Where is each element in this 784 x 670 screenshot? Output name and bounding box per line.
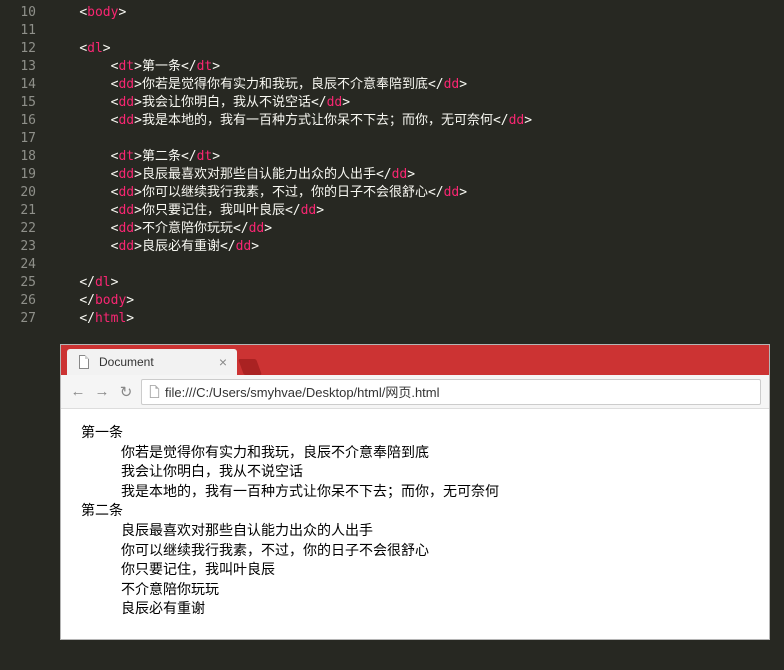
line-number: 20: [0, 184, 48, 202]
file-icon: [148, 385, 161, 398]
line-number: 10: [0, 4, 48, 22]
code-text: <dd>不介意陪你玩玩</dd>: [48, 220, 784, 238]
code-text: <body>: [48, 4, 784, 22]
code-line[interactable]: 18 <dt>第二条</dt>: [0, 148, 784, 166]
code-line[interactable]: 23 <dd>良辰必有重谢</dd>: [0, 238, 784, 256]
code-line[interactable]: 20 <dd>你可以继续我行我素，不过，你的日子不会很舒心</dd>: [0, 184, 784, 202]
line-number: 19: [0, 166, 48, 184]
line-number: 22: [0, 220, 48, 238]
tab-title: Document: [99, 355, 154, 369]
code-text: <dd>你若是觉得你有实力和我玩，良辰不介意奉陪到底</dd>: [48, 76, 784, 94]
code-text: [48, 256, 784, 274]
code-text: <dt>第二条</dt>: [48, 148, 784, 166]
code-text: [48, 130, 784, 148]
document-icon: [77, 355, 91, 369]
line-number: 15: [0, 94, 48, 112]
code-text: <dd>我会让你明白，我从不说空话</dd>: [48, 94, 784, 112]
line-number: 23: [0, 238, 48, 256]
code-line[interactable]: 25 </dl>: [0, 274, 784, 292]
code-line[interactable]: 16 <dd>我是本地的，我有一百种方式让你呆不下去；而你，无可奈何</dd>: [0, 112, 784, 130]
line-number: 13: [0, 58, 48, 76]
code-text: [48, 22, 784, 40]
code-editor[interactable]: 10 <body>1112 <dl>13 <dt>第一条</dt>14 <dd>…: [0, 0, 784, 332]
code-text: </html>: [48, 310, 784, 328]
line-number: 27: [0, 310, 48, 328]
code-text: <dl>: [48, 40, 784, 58]
code-line[interactable]: 13 <dt>第一条</dt>: [0, 58, 784, 76]
url-text: file:///C:/Users/smyhvae/Desktop/html/网页…: [165, 382, 440, 401]
browser-tab[interactable]: Document ×: [67, 349, 237, 375]
line-number: 21: [0, 202, 48, 220]
reload-button[interactable]: ↻: [117, 383, 135, 401]
browser-window: Document × ← → ↻ file:///C:/Users/smyhva…: [60, 344, 770, 640]
list-item: 良辰最喜欢对那些自认能力出众的人出手: [121, 521, 757, 541]
code-line[interactable]: 11: [0, 22, 784, 40]
list-item: 我是本地的，我有一百种方式让你呆不下去；而你，无可奈何: [121, 482, 757, 502]
line-number: 24: [0, 256, 48, 274]
code-text: <dt>第一条</dt>: [48, 58, 784, 76]
line-number: 11: [0, 22, 48, 40]
code-line[interactable]: 26 </body>: [0, 292, 784, 310]
line-number: 16: [0, 112, 48, 130]
back-button[interactable]: ←: [69, 383, 87, 401]
list-item: 你若是觉得你有实力和我玩，良辰不介意奉陪到底: [121, 443, 757, 463]
browser-tabbar: Document ×: [61, 345, 769, 375]
code-line[interactable]: 24: [0, 256, 784, 274]
close-icon[interactable]: ×: [219, 354, 227, 370]
browser-toolbar: ← → ↻ file:///C:/Users/smyhvae/Desktop/h…: [61, 375, 769, 409]
line-number: 26: [0, 292, 48, 310]
code-line[interactable]: 21 <dd>你只要记住，我叫叶良辰</dd>: [0, 202, 784, 220]
code-text: <dd>良辰必有重谢</dd>: [48, 238, 784, 256]
line-number: 12: [0, 40, 48, 58]
list-item: 你只要记住，我叫叶良辰: [121, 560, 757, 580]
list-item: 良辰必有重谢: [121, 599, 757, 619]
list-term: 第二条: [81, 501, 757, 521]
code-line[interactable]: 19 <dd>良辰最喜欢对那些自认能力出众的人出手</dd>: [0, 166, 784, 184]
code-text: <dd>你只要记住，我叫叶良辰</dd>: [48, 202, 784, 220]
code-text: <dd>良辰最喜欢对那些自认能力出众的人出手</dd>: [48, 166, 784, 184]
code-line[interactable]: 10 <body>: [0, 4, 784, 22]
line-number: 18: [0, 148, 48, 166]
line-number: 14: [0, 76, 48, 94]
list-item: 不介意陪你玩玩: [121, 580, 757, 600]
line-number: 17: [0, 130, 48, 148]
code-line[interactable]: 22 <dd>不介意陪你玩玩</dd>: [0, 220, 784, 238]
list-item: 我会让你明白，我从不说空话: [121, 462, 757, 482]
code-text: <dd>我是本地的，我有一百种方式让你呆不下去；而你，无可奈何</dd>: [48, 112, 784, 130]
code-line[interactable]: 17: [0, 130, 784, 148]
code-line[interactable]: 12 <dl>: [0, 40, 784, 58]
code-text: </body>: [48, 292, 784, 310]
list-term: 第一条: [81, 423, 757, 443]
code-line[interactable]: 15 <dd>我会让你明白，我从不说空话</dd>: [0, 94, 784, 112]
new-tab-button[interactable]: [238, 359, 262, 375]
line-number: 25: [0, 274, 48, 292]
code-line[interactable]: 14 <dd>你若是觉得你有实力和我玩，良辰不介意奉陪到底</dd>: [0, 76, 784, 94]
address-bar[interactable]: file:///C:/Users/smyhvae/Desktop/html/网页…: [141, 379, 761, 405]
code-line[interactable]: 27 </html>: [0, 310, 784, 328]
list-item: 你可以继续我行我素，不过，你的日子不会很舒心: [121, 541, 757, 561]
code-text: </dl>: [48, 274, 784, 292]
code-text: <dd>你可以继续我行我素，不过，你的日子不会很舒心</dd>: [48, 184, 784, 202]
page-content: 第一条你若是觉得你有实力和我玩，良辰不介意奉陪到底我会让你明白，我从不说空话我是…: [61, 409, 769, 639]
forward-button[interactable]: →: [93, 383, 111, 401]
